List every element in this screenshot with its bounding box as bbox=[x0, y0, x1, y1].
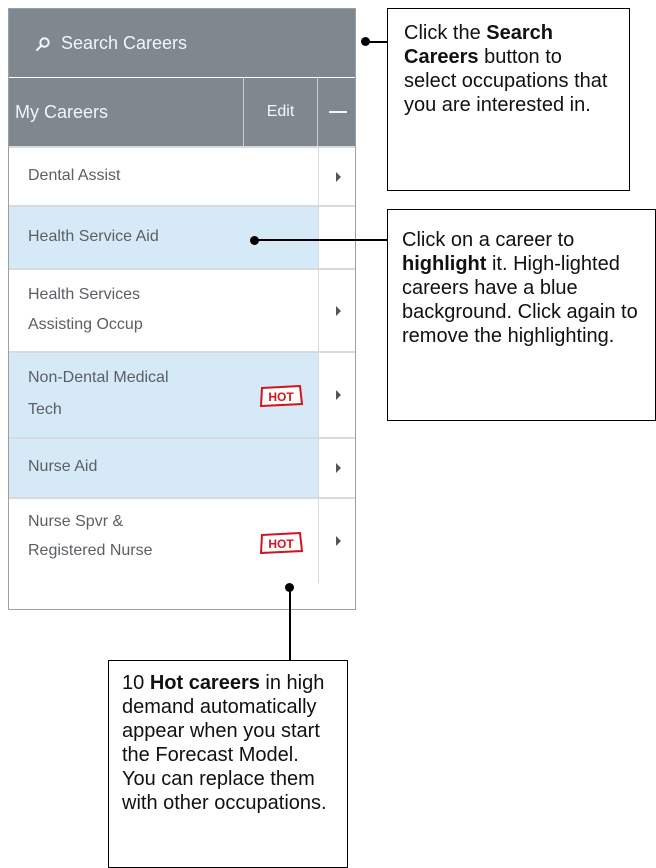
chevron-right-icon bbox=[336, 305, 341, 316]
callout-connector bbox=[289, 587, 291, 661]
callout-emphasis: Search bbox=[486, 22, 553, 44]
callout-emphasis: highlight bbox=[402, 253, 487, 275]
career-row-nurse-spvr[interactable]: Nurse Spvr & Registered Nurse HOT bbox=[9, 497, 355, 609]
chevron-right-icon bbox=[336, 463, 341, 473]
search-careers-button[interactable]: Search Careers bbox=[9, 9, 355, 77]
hot-badge-icon: HOT bbox=[259, 385, 303, 407]
my-careers-title: My Careers bbox=[15, 102, 109, 122]
callout-connector bbox=[255, 239, 388, 241]
career-label: Dental Assist bbox=[28, 167, 121, 184]
my-careers-header: My Careers Edit bbox=[9, 78, 355, 146]
callout-text: Click on a career to bbox=[402, 229, 575, 251]
career-label-line-1: Health Services bbox=[28, 286, 141, 303]
collapse-button[interactable] bbox=[318, 78, 355, 146]
hot-badge-text: HOT bbox=[268, 390, 294, 404]
chevron-right-icon bbox=[336, 171, 341, 182]
career-label: Nurse Aid bbox=[28, 458, 98, 475]
callout-emphasis: Hot careers bbox=[149, 672, 260, 694]
chevron-right-icon bbox=[336, 390, 341, 400]
career-label-line-2: Assisting Occup bbox=[28, 316, 143, 333]
career-row-nurse-aid[interactable]: Nurse Aid bbox=[9, 437, 355, 497]
callout-connector bbox=[365, 41, 387, 43]
callout-text: Click the bbox=[404, 22, 487, 44]
callout-text: 10 bbox=[122, 672, 150, 694]
callout-hot-careers: 10 Hot careers in high demand automatica… bbox=[108, 660, 348, 868]
career-label: Health Service Aid bbox=[28, 228, 159, 245]
career-detail-button[interactable] bbox=[318, 499, 355, 583]
career-label-line-2: Registered Nurse bbox=[28, 542, 153, 559]
search-icon bbox=[35, 37, 50, 52]
callout-search: Click the Search Careers button to selec… bbox=[387, 8, 630, 191]
career-row-health-service-aid[interactable]: Health Service Aid bbox=[9, 205, 355, 268]
career-label-line-1: Non-Dental Medical bbox=[28, 369, 169, 386]
my-careers-list: Dental Assist Health Service Aid Health … bbox=[9, 146, 355, 609]
career-row-non-dental-medical-tech[interactable]: Non-Dental Medical Tech HOT bbox=[9, 351, 355, 437]
career-detail-button[interactable] bbox=[318, 270, 355, 351]
career-detail-button[interactable] bbox=[318, 148, 355, 205]
career-row-health-services-assisting[interactable]: Health Services Assisting Occup bbox=[9, 268, 355, 351]
chevron-right-icon bbox=[336, 536, 341, 546]
career-detail-button[interactable] bbox=[318, 207, 355, 268]
career-detail-button[interactable] bbox=[318, 439, 355, 497]
callout-emphasis: Careers bbox=[404, 46, 479, 68]
hot-badge-icon: HOT bbox=[259, 532, 303, 554]
career-row-dental-assist[interactable]: Dental Assist bbox=[9, 146, 355, 205]
edit-button[interactable]: Edit bbox=[244, 78, 317, 146]
search-careers-label: Search Careers bbox=[61, 32, 188, 53]
career-label-line-1: Nurse Spvr & bbox=[28, 513, 124, 530]
careers-panel: Search Careers My Careers Edit Dental As… bbox=[8, 8, 356, 610]
career-label-line-2: Tech bbox=[28, 401, 62, 418]
callout-highlight: Click on a career to highlight it. High-… bbox=[387, 209, 656, 421]
hot-badge-text: HOT bbox=[268, 537, 294, 551]
career-detail-button[interactable] bbox=[318, 353, 355, 437]
minus-icon bbox=[329, 111, 347, 113]
